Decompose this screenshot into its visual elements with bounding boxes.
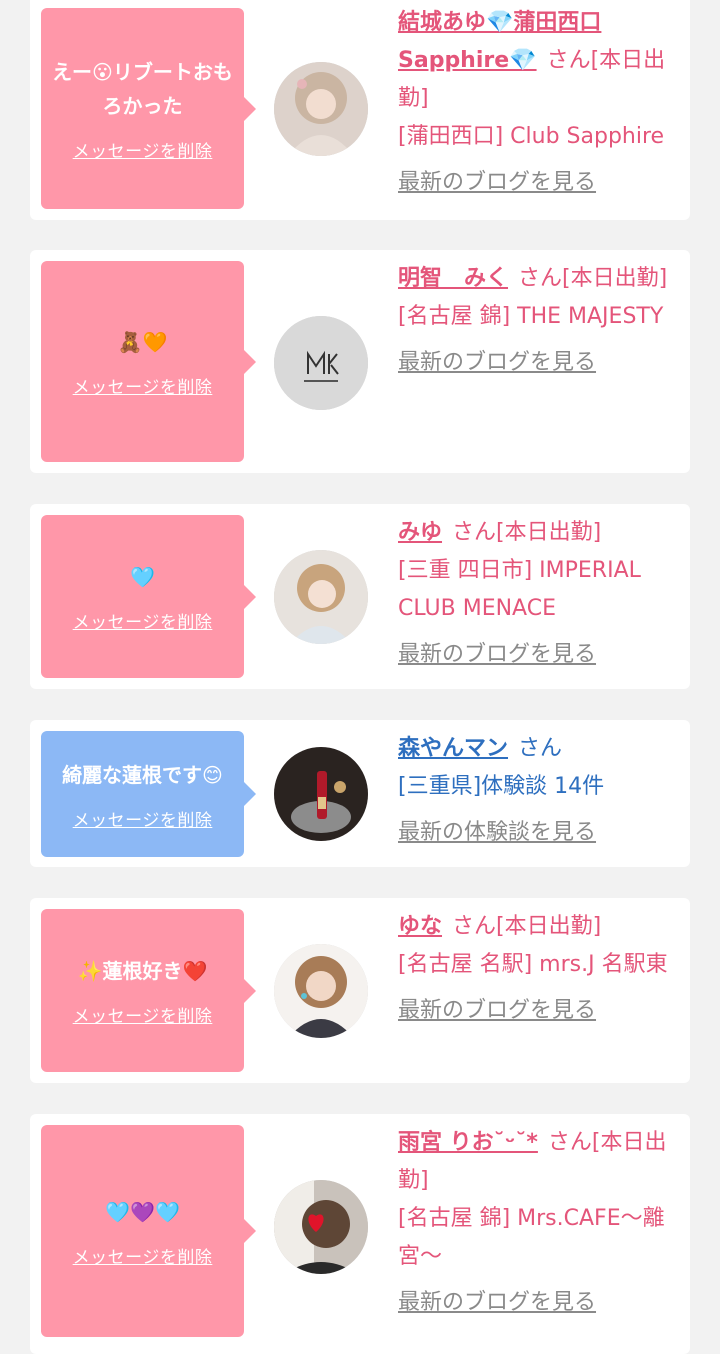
review-count-label: [三重県]体験談 14件 (398, 774, 605, 799)
delete-message-link[interactable]: メッセージを削除 (73, 137, 213, 162)
cast-status: さん[本日出勤] (518, 266, 668, 291)
message-text: 🩵💜🩵 (105, 1199, 180, 1224)
latest-blog-link[interactable]: 最新のブログを見る (398, 164, 678, 202)
latest-blog-link[interactable]: 最新のブログを見る (398, 992, 678, 1030)
profile-photo-icon (274, 550, 368, 644)
cast-name-link[interactable]: 明智 みく (398, 266, 508, 291)
shop-label: [蒲田西口] Club Sapphire (398, 124, 665, 149)
avatar[interactable] (274, 747, 368, 841)
message-bubble: 🧸🧡 メッセージを削除 (41, 261, 256, 462)
message-text: 🧸🧡 (117, 330, 168, 354)
heart-photo-icon (274, 1180, 368, 1274)
delete-message-link[interactable]: メッセージを削除 (73, 608, 213, 633)
message-list: えー😮リブートおもろかった メッセージを削除 結城あゆ💎蒲田西口Sapphire… (0, 0, 720, 1354)
reviewer-name-link[interactable]: 森やんマン (398, 736, 508, 761)
shop-label: [名古屋 錦] Mrs.CAFE〜離宮〜 (398, 1206, 665, 1269)
list-item: 🧸🧡 メッセージを削除 明智 みく さん[本日出勤] [名古屋 錦] THE MA… (30, 250, 690, 473)
cast-status: さん[本日出勤] (452, 520, 602, 545)
delete-message-link[interactable]: メッセージを削除 (73, 1243, 213, 1268)
message-bubble: 🩵💜🩵 メッセージを削除 (41, 1125, 256, 1337)
message-text: 綺麗な蓮根です😊 (62, 762, 223, 787)
delete-message-link[interactable]: メッセージを削除 (73, 806, 213, 831)
latest-blog-link[interactable]: 最新のブログを見る (398, 636, 678, 674)
message-text: 🩵 (130, 565, 155, 589)
cast-info: ゆな さん[本日出勤] [名古屋 名駅] mrs.J 名駅東 最新のブログを見る (398, 908, 678, 1030)
shop-label: [名古屋 錦] THE MAJESTY (398, 304, 664, 329)
champagne-photo-icon (274, 747, 368, 841)
list-item: ✨蓮根好き❤️ メッセージを削除 ゆな さん[本日出勤] [名古屋 名駅] mrs… (30, 898, 690, 1083)
cast-name-link[interactable]: ゆな (398, 914, 442, 939)
delete-message-link[interactable]: メッセージを削除 (73, 1002, 213, 1027)
shop-label: [三重 四日市] IMPERIAL CLUB MENACE (398, 558, 641, 621)
message-bubble: 綺麗な蓮根です😊 メッセージを削除 (41, 731, 256, 857)
cast-info: 結城あゆ💎蒲田西口Sapphire💎 さん[本日出勤] [蒲田西口] Club S… (398, 4, 678, 202)
avatar[interactable] (274, 944, 368, 1038)
message-text: ✨蓮根好き❤️ (77, 959, 208, 983)
message-bubble: えー😮リブートおもろかった メッセージを削除 (41, 8, 256, 209)
list-item: 🩵💜🩵 メッセージを削除 雨宮 りお˘ᵕ˘* さん[本日出勤] [名古屋 錦] M… (30, 1114, 690, 1354)
avatar[interactable] (274, 1180, 368, 1274)
list-item: えー😮リブートおもろかった メッセージを削除 結城あゆ💎蒲田西口Sapphire… (30, 0, 690, 220)
latest-review-link[interactable]: 最新の体験談を見る (398, 814, 678, 852)
message-bubble: 🩵 メッセージを削除 (41, 515, 256, 678)
cast-status: さん[本日出勤] (452, 914, 602, 939)
cast-name-link[interactable]: 雨宮 りお˘ᵕ˘* (398, 1130, 538, 1155)
message-text: えー😮リブートおもろかった (52, 60, 233, 118)
message-bubble: ✨蓮根好き❤️ メッセージを削除 (41, 909, 256, 1072)
list-item: 綺麗な蓮根です😊 メッセージを削除 森やんマン さん [三重県]体験談 14件 最… (30, 720, 690, 867)
cast-info: 森やんマン さん [三重県]体験談 14件 最新の体験談を見る (398, 730, 678, 852)
list-item: 🩵 メッセージを削除 みゆ さん[本日出勤] [三重 四日市] IMPERIAL … (30, 504, 690, 689)
latest-blog-link[interactable]: 最新のブログを見る (398, 344, 678, 382)
majesty-logo-icon (274, 316, 368, 410)
avatar[interactable] (274, 550, 368, 644)
shop-label: [名古屋 名駅] mrs.J 名駅東 (398, 952, 668, 977)
profile-photo-icon (274, 944, 368, 1038)
cast-info: 雨宮 りお˘ᵕ˘* さん[本日出勤] [名古屋 錦] Mrs.CAFE〜離宮〜 最… (398, 1124, 678, 1322)
avatar[interactable] (274, 62, 368, 156)
delete-message-link[interactable]: メッセージを削除 (73, 373, 213, 398)
latest-blog-link[interactable]: 最新のブログを見る (398, 1284, 678, 1322)
cast-info: 明智 みく さん[本日出勤] [名古屋 錦] THE MAJESTY 最新のブログ… (398, 260, 678, 382)
cast-name-link[interactable]: みゆ (398, 520, 442, 545)
avatar[interactable] (274, 316, 368, 410)
reviewer-suffix: さん (518, 736, 563, 761)
profile-photo-icon (274, 62, 368, 156)
cast-info: みゆ さん[本日出勤] [三重 四日市] IMPERIAL CLUB MENACE… (398, 514, 678, 674)
